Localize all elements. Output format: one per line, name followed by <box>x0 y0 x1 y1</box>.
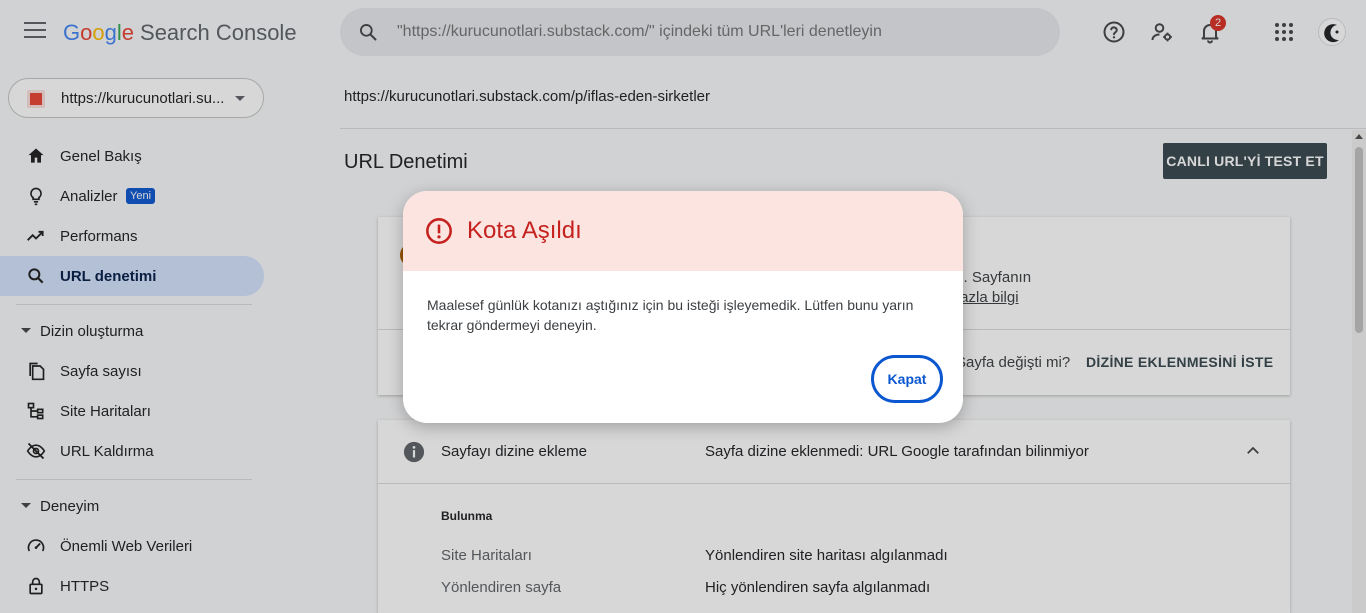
dialog-header: Kota Aşıldı <box>403 191 963 271</box>
error-icon <box>426 218 452 244</box>
quota-exceeded-dialog: Kota Aşıldı Maalesef günlük kotanızı aşt… <box>403 191 963 423</box>
dialog-title: Kota Aşıldı <box>467 217 582 244</box>
close-button[interactable]: Kapat <box>871 355 943 403</box>
dialog-message: Maalesef günlük kotanızı aştığınız için … <box>427 297 914 333</box>
